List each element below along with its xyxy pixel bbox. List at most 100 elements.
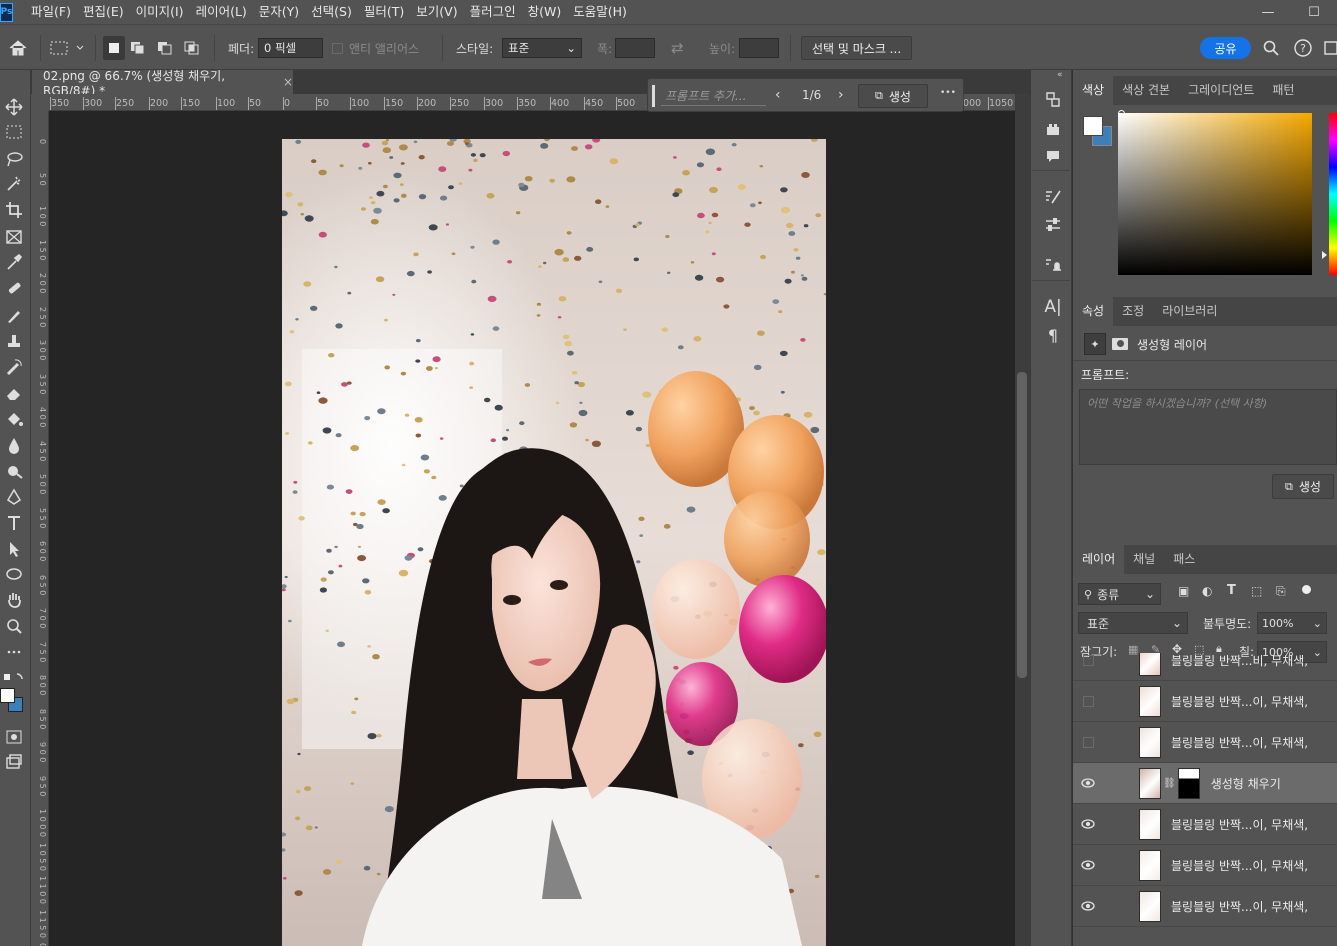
- eye-icon[interactable]: [1073, 804, 1103, 844]
- actions-icon[interactable]: [1041, 117, 1065, 141]
- height-input[interactable]: [739, 38, 779, 58]
- select-and-mask-button[interactable]: 선택 및 마스크 ...: [801, 36, 913, 60]
- menu-item[interactable]: 선택(S): [305, 0, 358, 24]
- paragraph-icon[interactable]: ¶: [1041, 323, 1065, 347]
- path-selection-icon[interactable]: [0, 537, 28, 561]
- layer-row[interactable]: 블링블링 반짝...이, 무채색,: [1073, 886, 1337, 927]
- menu-item[interactable]: 이미지(I): [130, 0, 190, 24]
- blend-mode-select[interactable]: 표준 ⌄: [1078, 612, 1188, 634]
- filter-adjustment-layer-icon[interactable]: ◐: [1202, 584, 1212, 598]
- object-selection-icon[interactable]: [0, 172, 28, 196]
- quick-mask-icon[interactable]: [0, 725, 28, 749]
- prompt-textarea[interactable]: 어떤 작업을 하시겠습니까? (선택 사항): [1079, 389, 1337, 465]
- filter-pixel-layer-icon[interactable]: ▣: [1178, 584, 1189, 598]
- width-input[interactable]: [615, 38, 655, 58]
- tab-patterns[interactable]: 패턴: [1263, 76, 1303, 105]
- prompt-input[interactable]: 프롬프트 추가...: [661, 86, 766, 106]
- clone-stamp-icon[interactable]: [0, 329, 28, 353]
- ruler-origin[interactable]: [31, 94, 49, 111]
- brush-settings-icon[interactable]: [1041, 185, 1065, 209]
- style-select[interactable]: 표준 ⌄: [502, 38, 582, 58]
- layer-row[interactable]: 블링블링 반짝...비, 무채색,: [1073, 653, 1337, 681]
- menu-item[interactable]: 편집(E): [77, 0, 130, 24]
- color-field[interactable]: [1118, 113, 1312, 275]
- tab-libraries[interactable]: 라이브러리: [1153, 297, 1226, 326]
- filter-toggle-icon[interactable]: [1302, 585, 1311, 594]
- next-variation-icon[interactable]: ›: [838, 87, 844, 103]
- eye-icon[interactable]: [1073, 763, 1103, 803]
- intersect-selection-icon[interactable]: [184, 36, 200, 60]
- antialias-checkbox[interactable]: 앤티 앨리어스: [332, 36, 419, 60]
- filter-smart-object-icon[interactable]: ⎘: [1276, 584, 1286, 599]
- workspace-icon[interactable]: [1324, 36, 1337, 60]
- hue-slider[interactable]: [1329, 113, 1337, 275]
- generate-button[interactable]: ⧉ 생성: [858, 84, 928, 108]
- swap-dimensions-icon[interactable]: ⇄: [671, 36, 684, 60]
- paint-bucket-icon[interactable]: [0, 407, 28, 431]
- home-icon[interactable]: [8, 36, 28, 60]
- subtract-from-selection-icon[interactable]: [157, 36, 173, 60]
- layer-filter-select[interactable]: ⚲ 종류 ⌄: [1078, 583, 1161, 605]
- frame-tool-icon[interactable]: [0, 225, 28, 249]
- screen-mode-icon[interactable]: [0, 750, 28, 774]
- visibility-toggle[interactable]: [1073, 681, 1103, 721]
- more-tools-icon[interactable]: [0, 640, 28, 664]
- visibility-toggle[interactable]: [1073, 653, 1103, 680]
- blur-tool-icon[interactable]: [0, 433, 28, 457]
- character-icon[interactable]: A|: [1041, 295, 1065, 319]
- share-button[interactable]: 공유: [1200, 37, 1251, 59]
- tab-paths[interactable]: 패스: [1164, 545, 1204, 574]
- type-tool-icon[interactable]: [0, 511, 28, 535]
- tab-adjustments[interactable]: 조정: [1113, 297, 1153, 326]
- tab-channels[interactable]: 채널: [1124, 545, 1164, 574]
- color-picker-cursor[interactable]: [1118, 110, 1125, 117]
- tab-color[interactable]: 색상: [1073, 76, 1114, 105]
- layer-row[interactable]: ⛓ 생성형 채우기: [1073, 763, 1337, 804]
- move-tool-icon[interactable]: [0, 95, 28, 119]
- comments-icon[interactable]: [1041, 144, 1065, 168]
- brush-tool-icon[interactable]: [0, 303, 28, 327]
- dodge-tool-icon[interactable]: [0, 459, 28, 483]
- layer-row[interactable]: 블링블링 반짝...이, 무채색,: [1073, 804, 1337, 845]
- filter-type-layer-icon[interactable]: T: [1227, 583, 1236, 598]
- tab-gradients[interactable]: 그레이디언트: [1179, 76, 1263, 105]
- crop-tool-icon[interactable]: [0, 198, 28, 222]
- hue-slider-handle[interactable]: [1322, 251, 1327, 259]
- search-icon[interactable]: [1263, 36, 1279, 60]
- filter-shape-layer-icon[interactable]: ⬚: [1251, 584, 1262, 598]
- minimize-button[interactable]: —: [1245, 0, 1291, 24]
- tab-layers[interactable]: 레이어: [1073, 545, 1125, 574]
- menu-item[interactable]: 플러그인: [464, 0, 522, 24]
- new-selection-icon[interactable]: [103, 36, 125, 60]
- hand-tool-icon[interactable]: [0, 588, 28, 612]
- history-brush-icon[interactable]: [0, 355, 28, 379]
- eraser-tool-icon[interactable]: [0, 381, 28, 405]
- rectangular-marquee-icon[interactable]: [0, 120, 28, 144]
- lasso-tool-icon[interactable]: [0, 147, 28, 171]
- feather-input[interactable]: 0 픽셀: [258, 38, 323, 58]
- layer-row[interactable]: 블링블링 반짝...이, 무채색,: [1073, 722, 1337, 763]
- history-icon[interactable]: [1041, 87, 1065, 111]
- spot-healing-brush-icon[interactable]: [0, 276, 28, 300]
- menu-item[interactable]: 도움말(H): [567, 0, 633, 24]
- pen-tool-icon[interactable]: [0, 485, 28, 509]
- menu-item[interactable]: 필터(T): [358, 0, 410, 24]
- eye-icon[interactable]: [1073, 845, 1103, 885]
- menu-item[interactable]: 보기(V): [410, 0, 463, 24]
- ellipse-tool-icon[interactable]: [0, 562, 28, 586]
- menu-item[interactable]: 창(W): [522, 0, 568, 24]
- menu-item[interactable]: 문자(Y): [253, 0, 305, 24]
- layer-row[interactable]: 블링블링 반짝...이, 무채색,: [1073, 681, 1337, 722]
- menu-item[interactable]: 파일(F): [25, 0, 77, 24]
- foreground-color-swatch[interactable]: [1083, 116, 1103, 136]
- eye-icon[interactable]: [1073, 886, 1103, 926]
- scrollbar-thumb[interactable]: [1017, 372, 1027, 678]
- tool-color-swatches[interactable]: [0, 685, 28, 717]
- clone-source-icon[interactable]: [1041, 253, 1065, 277]
- maximize-button[interactable]: ☐: [1291, 0, 1337, 24]
- document-image[interactable]: [282, 139, 826, 946]
- layer-mask-thumbnail[interactable]: [1177, 767, 1200, 799]
- opacity-input[interactable]: 100% ⌄: [1257, 612, 1327, 634]
- marquee-tool-preset-icon[interactable]: [50, 36, 84, 60]
- link-icon[interactable]: ⛓: [1163, 778, 1176, 789]
